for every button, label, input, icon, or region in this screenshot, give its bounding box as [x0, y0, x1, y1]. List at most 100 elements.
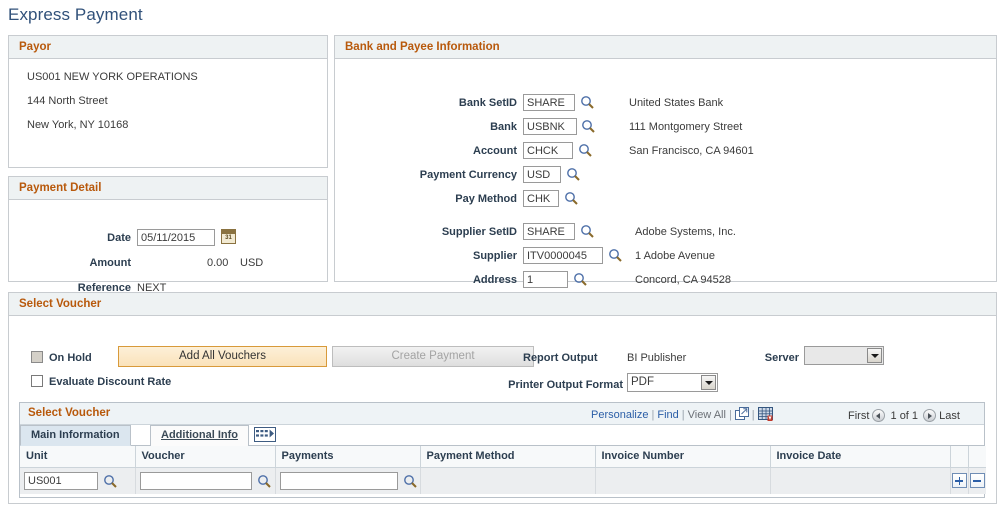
column-header-unit[interactable]: Unit	[20, 446, 136, 468]
pay-method-input[interactable]	[523, 190, 559, 207]
server-dropdown[interactable]	[804, 346, 884, 365]
amount-value: 0.00	[207, 257, 229, 269]
chevron-down-icon[interactable]	[701, 375, 716, 390]
voucher-input[interactable]	[139, 471, 252, 490]
account-label: Account	[473, 145, 517, 157]
column-header-payment-method[interactable]: Payment Method	[420, 446, 596, 468]
payments-magnifier-icon[interactable]	[403, 474, 417, 488]
server-chevron-down-icon[interactable]	[867, 348, 882, 363]
address-magnifier-icon[interactable]	[573, 272, 587, 286]
tab-additional-info[interactable]: Additional Info	[150, 425, 249, 446]
voucher-table: Unit Voucher Payments Payment Method Inv…	[20, 446, 986, 494]
table-header-row: Unit Voucher Payments Payment Method Inv…	[20, 446, 986, 468]
previous-arrow-icon[interactable]	[872, 409, 886, 422]
supplier-label: Supplier	[472, 250, 517, 262]
date-input[interactable]	[137, 229, 215, 246]
bank-magnifier-icon[interactable]	[581, 119, 595, 133]
address-input[interactable]	[523, 271, 568, 288]
pay-method-magnifier-icon[interactable]	[564, 191, 578, 205]
supplier-setid-label: Supplier SetID	[441, 226, 517, 238]
account-input[interactable]	[523, 142, 573, 159]
column-header-add	[950, 446, 969, 468]
find-link[interactable]: Find	[657, 409, 678, 421]
report-output-label: Report Output	[523, 352, 598, 364]
column-header-invoice-number[interactable]: Invoice Number	[595, 446, 771, 468]
address-label: Address	[472, 274, 517, 286]
column-header-invoice-date[interactable]: Invoice Date	[770, 446, 951, 468]
supplier-setid-magnifier-icon[interactable]	[580, 224, 594, 238]
cell-add-row	[950, 467, 969, 494]
printer-output-format-label: Printer Output Format	[508, 379, 623, 391]
delete-row-icon[interactable]	[969, 473, 985, 489]
tab-additional-info-label: Additional Info	[161, 429, 238, 441]
grid-pagination: First 1 of 1 Last	[848, 406, 960, 422]
calendar-icon[interactable]: 31	[221, 229, 236, 244]
server-label: Server	[764, 352, 799, 364]
show-all-columns-icon[interactable]	[254, 427, 276, 442]
printer-output-format-dropdown[interactable]: PDF	[627, 373, 718, 392]
on-hold-label: On Hold	[49, 352, 92, 364]
payor-group-header: Payor	[9, 36, 327, 59]
create-payment-button[interactable]: Create Payment	[332, 346, 534, 367]
payment-detail-group-header: Payment Detail	[9, 177, 327, 200]
cell-voucher	[135, 467, 276, 494]
payment-currency-magnifier-icon[interactable]	[566, 167, 580, 181]
express-payment-page: Express Payment Payor US001 NEW YORK OPE…	[0, 0, 1005, 512]
evaluate-discount-rate-label: Evaluate Discount Rate	[49, 376, 172, 388]
supplier-magnifier-icon[interactable]	[608, 248, 622, 262]
first-link[interactable]: First	[848, 410, 869, 422]
amount-label: Amount	[89, 257, 131, 269]
payments-input[interactable]	[279, 471, 398, 490]
account-magnifier-icon[interactable]	[578, 143, 592, 157]
unit-input[interactable]	[24, 471, 98, 490]
supplier-address-line-1: Adobe Systems, Inc.	[635, 226, 736, 238]
column-header-voucher[interactable]: Voucher	[135, 446, 276, 468]
cell-payments	[275, 467, 421, 494]
voucher-magnifier-icon[interactable]	[257, 474, 271, 488]
link-separator-1: |	[651, 409, 655, 421]
view-all-link[interactable]: View All	[688, 409, 726, 421]
last-link[interactable]: Last	[939, 410, 960, 422]
date-label: Date	[107, 232, 131, 244]
bank-setid-magnifier-icon[interactable]	[580, 95, 594, 109]
evaluate-discount-rate-checkbox[interactable]	[31, 375, 43, 387]
personalize-link[interactable]: Personalize	[591, 409, 648, 421]
unit-magnifier-icon[interactable]	[103, 474, 117, 488]
supplier-input[interactable]	[523, 247, 603, 264]
payor-line-3: New York, NY 10168	[27, 119, 129, 131]
page-counter: 1 of 1	[890, 410, 919, 422]
on-hold-checkbox[interactable]	[31, 351, 43, 363]
bank-address-line-3: San Francisco, CA 94601	[629, 145, 754, 157]
bank-input[interactable]	[523, 118, 577, 135]
supplier-setid-input[interactable]	[523, 223, 575, 240]
pay-method-label: Pay Method	[455, 193, 517, 205]
tab-main-information[interactable]: Main Information	[20, 425, 131, 446]
cell-payment-method	[420, 467, 596, 494]
next-arrow-icon[interactable]	[923, 409, 937, 422]
bank-address-line-1: United States Bank	[629, 97, 724, 109]
download-to-excel-icon[interactable]	[757, 407, 773, 425]
payor-line-1: US001 NEW YORK OPERATIONS	[27, 71, 198, 83]
grid-header-bar: Select Voucher Personalize | Find | View All…	[20, 403, 984, 425]
link-separator-2: |	[681, 409, 685, 421]
bank-setid-input[interactable]	[523, 94, 575, 111]
select-voucher-group-header: Select Voucher	[9, 293, 996, 316]
link-separator-3: |	[728, 409, 732, 421]
add-all-vouchers-button[interactable]: Add All Vouchers	[118, 346, 327, 367]
amount-currency: USD	[240, 257, 264, 269]
report-output-value: BI Publisher	[627, 352, 687, 364]
bank-and-payee-group-body: Bank SetID Bank Account Payment Currency	[335, 59, 996, 288]
column-header-payments[interactable]: Payments	[275, 446, 421, 468]
bank-setid-label: Bank SetID	[458, 97, 517, 109]
column-header-delete	[968, 446, 986, 468]
cell-invoice-number	[595, 467, 771, 494]
supplier-address-line-2: 1 Adobe Avenue	[635, 250, 715, 262]
bank-and-payee-group: Bank and Payee Information Bank SetID Ba…	[334, 35, 997, 288]
new-window-icon[interactable]	[734, 407, 749, 424]
payment-currency-input[interactable]	[523, 166, 561, 183]
add-row-icon[interactable]	[951, 473, 967, 489]
select-voucher-group-body: On Hold Evaluate Discount Rate Add All V…	[9, 316, 996, 504]
supplier-address-line-3: Concord, CA 94528	[635, 274, 732, 286]
grid-action-links: Personalize | Find | View All | |	[591, 407, 773, 425]
cell-delete-row	[968, 467, 986, 494]
